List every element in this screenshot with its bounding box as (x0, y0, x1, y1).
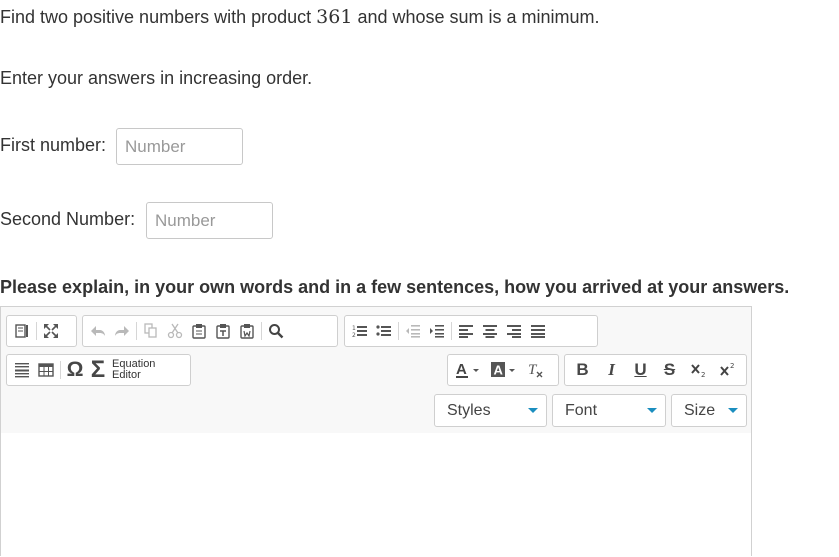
styles-dropdown-label: Styles (447, 401, 491, 419)
styles-dropdown[interactable]: Styles (434, 394, 547, 427)
paste-icon[interactable] (187, 318, 211, 344)
maximize-icon[interactable] (39, 318, 63, 344)
equation-editor-button[interactable]: Equation Editor (112, 359, 155, 381)
text-color-button[interactable]: A (451, 357, 487, 383)
product-value: 361 (316, 6, 353, 28)
svg-text:2: 2 (352, 332, 356, 338)
font-dropdown[interactable]: Font (552, 394, 666, 427)
toolbar-group-clipboard (82, 315, 338, 347)
subscript-icon[interactable]: 2 (684, 357, 713, 383)
remove-format-icon[interactable]: T (523, 357, 547, 383)
first-number-label: First number: (0, 135, 107, 155)
paste-word-icon[interactable] (235, 318, 259, 344)
bulleted-list-icon[interactable] (372, 318, 396, 344)
svg-text:1: 1 (352, 325, 356, 332)
toolbar-group-view (6, 315, 77, 347)
increase-indent-icon[interactable] (425, 318, 449, 344)
paste-text-icon[interactable] (211, 318, 235, 344)
source-icon[interactable] (10, 318, 34, 344)
svg-text:2: 2 (730, 362, 734, 370)
equation-editor-icon[interactable]: Σ (87, 356, 109, 383)
first-number-input[interactable] (116, 128, 243, 165)
equation-label-line2: Editor (112, 369, 141, 381)
cut-icon[interactable] (163, 318, 187, 344)
chevron-down-icon (647, 408, 657, 413)
second-number-input[interactable] (146, 202, 273, 239)
numbered-list-icon[interactable]: 12 (348, 318, 372, 344)
superscript-icon[interactable]: 2 (713, 357, 742, 383)
horizontal-rule-icon[interactable] (10, 357, 34, 383)
justify-icon[interactable] (526, 318, 550, 344)
background-color-button[interactable]: A (487, 357, 523, 383)
svg-text:2: 2 (701, 371, 705, 378)
chevron-down-icon (728, 408, 738, 413)
toolbar-group-insert: Ω Σ Equation Editor (6, 354, 191, 386)
align-left-icon[interactable] (454, 318, 478, 344)
redo-icon[interactable] (110, 318, 134, 344)
question-suffix: and whose sum is a minimum. (357, 7, 600, 27)
svg-text:A: A (456, 361, 467, 378)
italic-button[interactable]: I (597, 357, 626, 383)
instruction-text: Enter your answers in increasing order. (0, 68, 313, 88)
toolbar-group-colors: A A T (447, 354, 559, 386)
table-icon[interactable] (34, 357, 58, 383)
editor-toolbar: 12 Ω Σ Equation Editor A A T B I U S 2 2… (1, 307, 751, 434)
underline-button[interactable]: U (626, 357, 655, 383)
rich-text-editor: 12 Ω Σ Equation Editor A A T B I U S 2 2… (0, 306, 752, 557)
find-icon[interactable] (264, 318, 288, 344)
size-dropdown[interactable]: Size (671, 394, 747, 427)
font-dropdown-label: Font (565, 401, 598, 419)
special-character-icon[interactable]: Ω (63, 357, 87, 383)
chevron-down-icon (528, 408, 538, 413)
undo-icon[interactable] (86, 318, 110, 344)
decrease-indent-icon[interactable] (401, 318, 425, 344)
bold-button[interactable]: B (568, 357, 597, 383)
strikethrough-button[interactable]: S (655, 357, 684, 383)
svg-text:T: T (528, 362, 538, 378)
align-right-icon[interactable] (502, 318, 526, 344)
size-dropdown-label: Size (684, 401, 716, 419)
toolbar-group-paragraph: 12 (344, 315, 598, 347)
svg-text:A: A (494, 363, 504, 378)
copy-icon[interactable] (139, 318, 163, 344)
editor-content-area[interactable] (1, 433, 751, 557)
second-number-label: Second Number: (0, 209, 136, 229)
explain-prompt: Please explain, in your own words and in… (0, 277, 790, 297)
align-center-icon[interactable] (478, 318, 502, 344)
question-text: Find two positive numbers with product 3… (0, 6, 600, 28)
toolbar-group-basic-styles: B I U S 2 2 (564, 354, 747, 386)
question-prefix: Find two positive numbers with product (0, 7, 312, 27)
